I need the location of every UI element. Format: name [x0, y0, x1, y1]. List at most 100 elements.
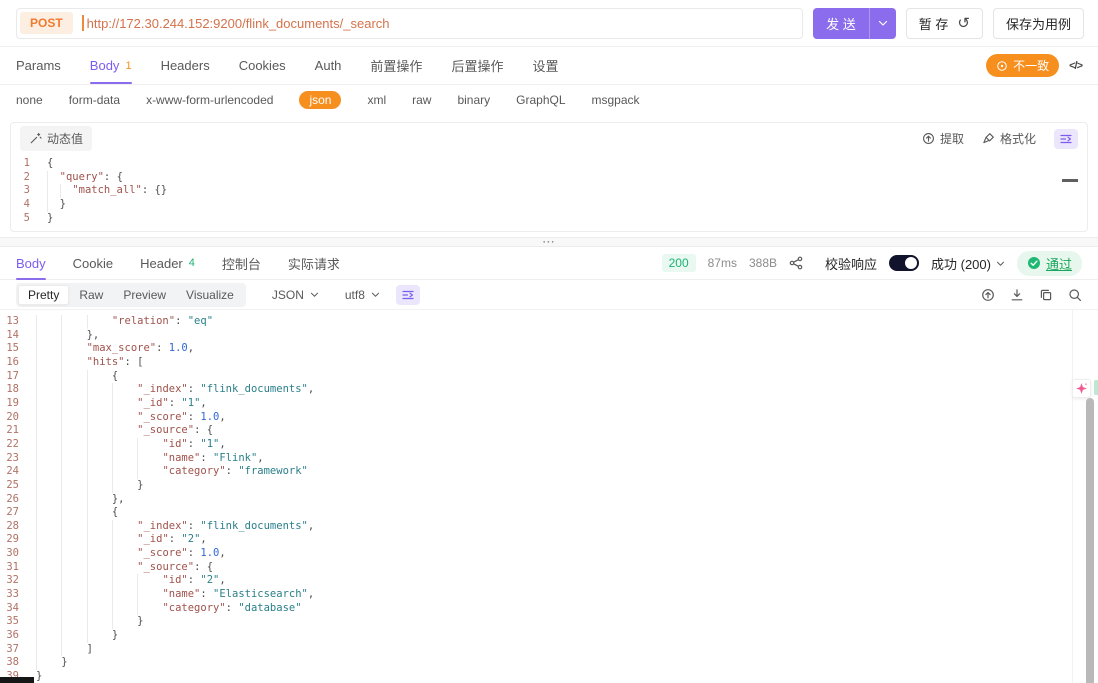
view-raw[interactable]: Raw — [69, 285, 113, 305]
line-number: 19 — [0, 397, 36, 411]
search-icon — [1068, 288, 1082, 302]
line-content: } — [47, 212, 1087, 226]
auto-format-toggle[interactable] — [1054, 129, 1078, 149]
clean-brush-icon — [982, 132, 995, 145]
tab-body[interactable]: Body1 — [90, 47, 132, 84]
body-type-xml[interactable]: xml — [367, 93, 386, 107]
line-number: 34 — [0, 602, 36, 616]
code-line: 37 ] — [0, 643, 1098, 657]
code-line: 5} — [11, 212, 1087, 226]
undo-icon[interactable]: ↺ — [957, 16, 970, 31]
response-header: BodyCookieHeader4控制台实际请求 200 87ms 388B 校… — [0, 247, 1098, 280]
tab-前置操作[interactable]: 前置操作 — [370, 47, 422, 84]
line-number: 18 — [0, 383, 36, 397]
code-text: "_index": "flink_documents", — [36, 383, 314, 395]
line-content: "_index": "flink_documents", — [36, 520, 1098, 534]
url-value[interactable]: http://172.30.244.152:9200/flink_documen… — [87, 16, 390, 31]
language-select[interactable]: JSON — [272, 288, 319, 302]
ai-assistant-button[interactable] — [1072, 379, 1091, 398]
code-text: "hits": [ — [36, 356, 143, 368]
stash-button[interactable]: 暂 存 ↺ — [906, 8, 983, 39]
line-number: 21 — [0, 424, 36, 438]
tab-auth[interactable]: Auth — [315, 47, 342, 84]
check-circle-icon — [1027, 256, 1041, 270]
panel-splitter[interactable]: ⋯ — [0, 237, 1098, 247]
tab-body[interactable]: Body — [16, 247, 46, 280]
response-tabs: Body Cookie Header4 控制台实际请求 — [16, 247, 340, 280]
response-scrollbar[interactable] — [1086, 398, 1094, 683]
side-tag-sliver[interactable] — [1094, 380, 1098, 395]
tab-设置[interactable]: 设置 — [532, 47, 558, 84]
download-response-button[interactable] — [1010, 288, 1024, 302]
body-type-form-data[interactable]: form-data — [69, 93, 120, 107]
stash-label: 暂 存 — [919, 14, 949, 33]
line-content: "query": { — [47, 171, 1087, 185]
share-icon[interactable] — [789, 256, 803, 270]
validate-toggle[interactable] — [889, 255, 919, 271]
tab-实际请求[interactable]: 实际请求 — [288, 247, 340, 280]
expand-response-button[interactable] — [981, 288, 995, 302]
request-code[interactable]: 1{2 "query": {3 "match_all": {}4 }5} — [11, 154, 1087, 231]
save-as-case-button[interactable]: 保存为用例 — [993, 8, 1084, 39]
copy-response-button[interactable] — [1039, 288, 1053, 302]
line-content: } — [47, 198, 1087, 212]
inconsistent-badge[interactable]: 不一致 — [986, 54, 1059, 77]
extract-button[interactable]: 提取 — [922, 130, 964, 147]
send-button-label[interactable]: 发 送 — [813, 8, 869, 39]
tab-header[interactable]: Header4 — [140, 247, 195, 280]
chevron-down-icon — [996, 260, 1005, 267]
download-icon — [1010, 288, 1024, 302]
tab-label: Params — [16, 58, 61, 73]
line-number: 24 — [0, 465, 36, 479]
view-preview[interactable]: Preview — [113, 285, 176, 305]
view-mode-switch: PrettyRawPreviewVisualize — [16, 283, 246, 307]
body-type-msgpack[interactable]: msgpack — [592, 93, 640, 107]
send-button[interactable]: 发 送 — [813, 8, 896, 39]
tab-控制台[interactable]: 控制台 — [222, 247, 261, 280]
passed-label: 通过 — [1046, 254, 1072, 273]
format-button[interactable]: 格式化 — [982, 130, 1036, 147]
code-line: 39} — [0, 670, 1098, 683]
method-select[interactable]: POST — [20, 12, 73, 34]
view-visualize[interactable]: Visualize — [176, 285, 244, 305]
circle-arrow-up-icon — [981, 288, 995, 302]
validate-result-label: 成功 (200) — [931, 254, 991, 273]
line-number: 22 — [0, 438, 36, 452]
tab-label: Auth — [315, 58, 342, 73]
body-type-GraphQL[interactable]: GraphQL — [516, 93, 565, 107]
body-type-json[interactable]: json — [299, 91, 341, 109]
encoding-select[interactable]: utf8 — [345, 288, 380, 302]
tab-params[interactable]: Params — [16, 47, 61, 84]
code-text: "_id": "2", — [36, 533, 207, 545]
code-line: 28 "_index": "flink_documents", — [0, 520, 1098, 534]
request-tabs-row: ParamsBody1HeadersCookiesAuth前置操作后置操作设置 … — [0, 47, 1098, 85]
view-pretty[interactable]: Pretty — [18, 285, 69, 305]
code-text: } — [36, 670, 42, 682]
line-number: 14 — [0, 329, 36, 343]
tab-headers[interactable]: Headers — [161, 47, 210, 84]
validate-result-select[interactable]: 成功 (200) — [931, 254, 1005, 273]
response-toolbar: PrettyRawPreviewVisualize JSON utf8 — [0, 280, 1098, 310]
validation-passed-badge[interactable]: 通过 — [1017, 251, 1082, 276]
tab-cookies[interactable]: Cookies — [239, 47, 286, 84]
body-type-raw[interactable]: raw — [412, 93, 431, 107]
body-type-binary[interactable]: binary — [457, 93, 490, 107]
wrap-format-toggle[interactable] — [396, 285, 420, 305]
generate-code-icon[interactable]: </> — [1069, 60, 1082, 72]
line-content: "name": "Flink", — [36, 452, 1098, 466]
code-text: } — [47, 198, 66, 210]
tab-cookie[interactable]: Cookie — [73, 247, 113, 280]
response-time: 87ms — [708, 256, 737, 270]
body-type-x-www-form-urlencoded[interactable]: x-www-form-urlencoded — [146, 93, 273, 107]
body-type-none[interactable]: none — [16, 93, 43, 107]
send-options-caret[interactable] — [869, 8, 896, 39]
response-code[interactable]: 13 "relation": "eq"14 },15 "max_score": … — [0, 310, 1098, 683]
code-line: 3 "match_all": {} — [11, 184, 1087, 198]
tab-后置操作[interactable]: 后置操作 — [451, 47, 503, 84]
dynamic-value-button[interactable]: 动态值 — [20, 126, 92, 151]
url-input[interactable]: POST http://172.30.244.152:9200/flink_do… — [16, 8, 803, 39]
response-right-rail — [1072, 310, 1073, 683]
encoding-value: utf8 — [345, 288, 365, 302]
format-label: 格式化 — [1000, 130, 1036, 147]
search-response-button[interactable] — [1068, 288, 1082, 302]
